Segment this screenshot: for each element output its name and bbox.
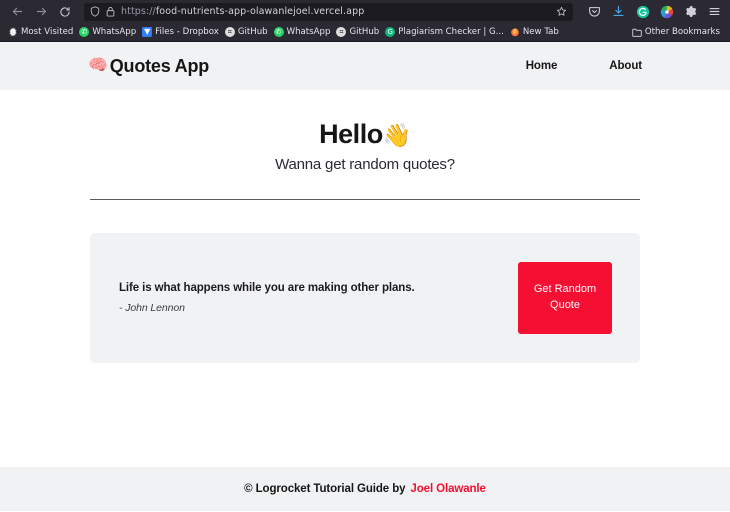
nav-link-home[interactable]: Home [526, 60, 558, 72]
whatsapp-icon: ✆ [273, 27, 284, 37]
bookmark-github-2[interactable]: ⌗ GitHub [334, 26, 383, 38]
bookmark-files-dropbox[interactable]: ▼ Files - Dropbox [140, 26, 223, 38]
hero-section: Hello👋 Wanna get random quotes? [0, 119, 730, 173]
bookmark-label: WhatsApp [286, 27, 331, 37]
lock-icon[interactable] [105, 6, 116, 17]
bookmark-label: Files - Dropbox [155, 27, 219, 37]
toolbar-extension-icons [579, 4, 724, 19]
url-host: food-nutrients-app-olawanlejoel.vercel.a… [155, 6, 365, 17]
bookmark-label: New Tab [522, 27, 559, 37]
main-content: Hello👋 Wanna get random quotes? Life is … [0, 90, 730, 467]
plagiarism-checker-icon: G [385, 27, 396, 37]
bookmark-label: Plagiarism Checker | G... [398, 27, 504, 37]
brain-icon: 🧠 [88, 57, 108, 74]
section-divider [90, 198, 640, 200]
url-scheme: https:// [121, 6, 156, 17]
bookmark-whatsapp-1[interactable]: ✆ WhatsApp [77, 26, 140, 38]
github-icon: ⌗ [224, 27, 235, 37]
address-bar[interactable]: https://food-nutrients-app-olawanlejoel.… [84, 2, 573, 21]
bookmark-label: GitHub [237, 27, 268, 37]
bookmark-github-1[interactable]: ⌗ GitHub [223, 26, 272, 38]
whatsapp-icon: ✆ [79, 27, 90, 37]
color-extension-icon[interactable] [659, 4, 674, 19]
quote-author: - John Lennon [119, 302, 185, 315]
grammarly-icon[interactable] [635, 4, 650, 19]
back-button[interactable] [6, 2, 28, 22]
bookmark-label: GitHub [349, 27, 380, 37]
quote-card: Life is what happens while you are makin… [90, 232, 640, 363]
other-bookmarks-label: Other Bookmarks [644, 27, 720, 37]
folder-icon [632, 27, 642, 37]
quote-text: Life is what happens while you are makin… [119, 281, 415, 294]
bookmark-most-visited[interactable]: Most Visited [6, 26, 77, 38]
bookmarks-bar: Most Visited ✆ WhatsApp ▼ Files - Dropbo… [0, 23, 730, 42]
menu-hamburger-icon[interactable] [707, 4, 722, 19]
dropbox-icon: ▼ [142, 27, 153, 37]
site-footer: © Logrocket Tutorial Guide by Joel Olawa… [0, 467, 730, 511]
browser-toolbar: https://food-nutrients-app-olawanlejoel.… [0, 0, 730, 23]
browser-chrome: https://food-nutrients-app-olawanlejoel.… [0, 0, 730, 42]
bookmark-whatsapp-2[interactable]: ✆ WhatsApp [272, 26, 335, 38]
hero-subtitle: Wanna get random quotes? [275, 155, 455, 173]
bookmark-label: WhatsApp [92, 27, 137, 37]
bookmark-star-icon[interactable] [554, 5, 568, 19]
forward-button[interactable] [30, 2, 52, 22]
pocket-icon[interactable] [587, 4, 602, 19]
reload-button[interactable] [54, 2, 76, 22]
get-random-quote-button[interactable]: Get Random Quote [518, 261, 612, 334]
site-nav: Home About [526, 60, 642, 72]
web-page-viewport: 🧠 Quotes App Home About Hello👋 Wanna get… [0, 42, 730, 511]
nav-link-about[interactable]: About [609, 60, 642, 72]
hero-title-text: Hello [319, 119, 383, 149]
bookmark-plagiarism-checker[interactable]: G Plagiarism Checker | G... [383, 26, 508, 38]
waving-hand-icon: 👋 [382, 122, 412, 148]
brand-logo[interactable]: 🧠 Quotes App [88, 56, 209, 77]
other-bookmarks-button[interactable]: Other Bookmarks [630, 26, 724, 38]
star-gear-icon [8, 27, 18, 37]
settings-gear-icon[interactable] [683, 4, 698, 19]
shield-icon[interactable] [89, 6, 100, 17]
downloads-icon[interactable] [611, 4, 626, 19]
url-text[interactable]: https://food-nutrients-app-olawanlejoel.… [121, 6, 549, 17]
page-title: Hello👋 [0, 119, 730, 150]
quote-block: Life is what happens while you are makin… [119, 281, 415, 315]
bookmark-label: Most Visited [21, 27, 74, 37]
site-header: 🧠 Quotes App Home About [0, 42, 730, 90]
footer-author-link[interactable]: Joel Olawanle [410, 483, 486, 495]
github-icon: ⌗ [336, 27, 347, 37]
footer-text: © Logrocket Tutorial Guide by [244, 483, 406, 495]
firefox-icon [510, 27, 520, 37]
brand-name: Quotes App [109, 55, 210, 76]
bookmark-new-tab[interactable]: New Tab [508, 26, 563, 38]
